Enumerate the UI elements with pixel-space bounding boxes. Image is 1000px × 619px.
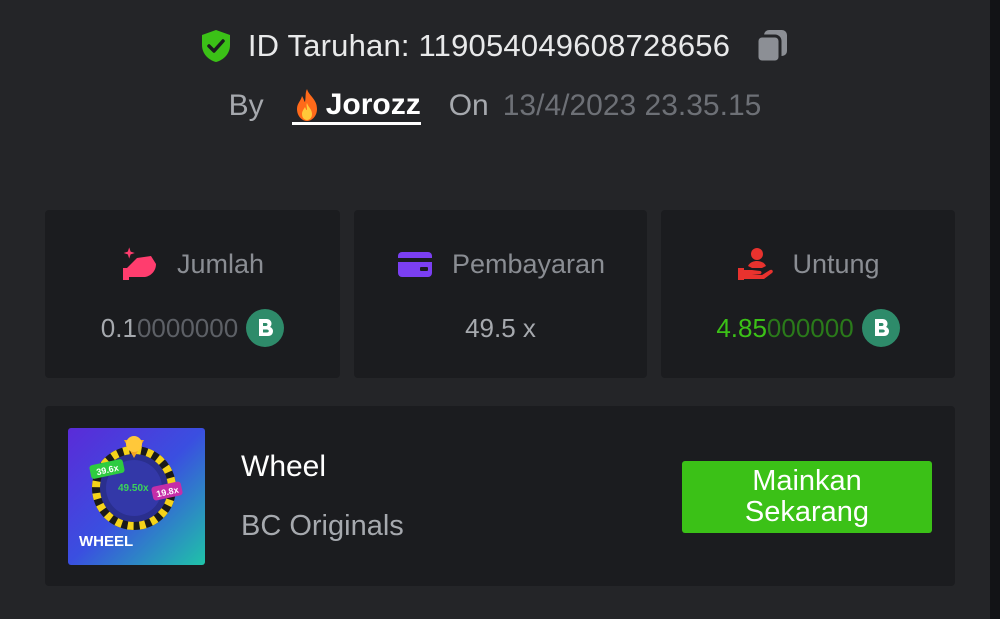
- profit-label: Untung: [792, 248, 880, 279]
- shield-check-icon: [198, 28, 234, 64]
- bet-detail-page: ID Taruhan: 119054049608728656 By Jorozz…: [0, 0, 1000, 619]
- user-link[interactable]: Jorozz: [291, 87, 421, 125]
- scrollbar-track[interactable]: [990, 0, 1000, 619]
- amount-label: Jumlah: [176, 248, 265, 279]
- amount-value-main: 0.1: [100, 312, 137, 343]
- amount-value-trailing: 0000000: [136, 312, 239, 343]
- profit-value-trailing: 000000: [766, 312, 854, 343]
- profit-value-main: 4.85: [716, 312, 767, 343]
- copy-icon[interactable]: [752, 26, 792, 66]
- username: Jorozz: [325, 87, 421, 121]
- bet-amount-icon: [121, 246, 159, 282]
- amount-value: 0.1 0000000: [45, 308, 340, 348]
- bet-id-row: ID Taruhan: 119054049608728656: [0, 24, 990, 68]
- payout-value-text: 49.5 x: [465, 312, 536, 343]
- payment-card-icon: [396, 246, 434, 282]
- on-label: On: [448, 89, 489, 122]
- thumb-multiplier-2: 49.50x: [118, 483, 149, 494]
- play-button-line-1: Mainkan: [752, 465, 862, 497]
- game-name[interactable]: Wheel: [241, 450, 326, 484]
- bc-coin-icon: [246, 309, 285, 347]
- by-label: By: [228, 89, 264, 122]
- game-thumbnail[interactable]: 39.6x 49.50x 19.8x WHEEL: [68, 428, 205, 565]
- game-panel: 39.6x 49.50x 19.8x WHEEL Wheel BC Origin…: [45, 406, 955, 586]
- amount-card: Jumlah 0.1 0000000: [45, 210, 340, 378]
- profit-card: Untung 4.85 000000: [661, 210, 955, 378]
- payout-label: Pembayaran: [451, 248, 606, 279]
- play-button-line-2: Sekarang: [744, 496, 870, 528]
- bet-id-text: ID Taruhan: 119054049608728656: [247, 28, 731, 63]
- game-provider: BC Originals: [241, 510, 404, 542]
- profit-value: 4.85 000000: [661, 308, 955, 348]
- bet-date: 13/4/2023 23.35.15: [502, 89, 762, 122]
- bet-author-row: By Jorozz On 13/4/2023 23.35.15: [0, 84, 990, 128]
- bc-coin-icon: [861, 309, 900, 347]
- thumb-title: WHEEL: [79, 533, 133, 550]
- payout-value: 49.5 x: [354, 308, 647, 348]
- fire-icon: [292, 88, 322, 122]
- payout-card: Pembayaran 49.5 x: [354, 210, 647, 378]
- profit-hand-icon: [736, 246, 774, 282]
- play-now-button[interactable]: Mainkan Sekarang: [682, 461, 932, 533]
